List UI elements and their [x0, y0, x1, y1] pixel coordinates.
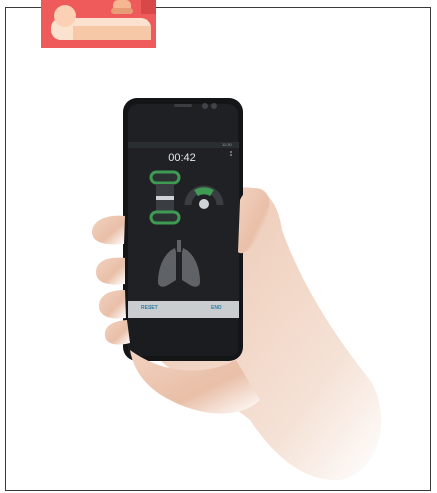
finger-3 — [99, 290, 126, 319]
finger-1 — [92, 215, 125, 245]
timer-display: 00:42 — [168, 152, 196, 164]
finger-2 — [96, 257, 125, 285]
phone-in-hand-photo — [92, 98, 382, 481]
end-button[interactable]: END — [211, 305, 222, 311]
reset-button[interactable]: RESET — [141, 305, 158, 311]
app-screen — [128, 142, 239, 312]
finger-4 — [104, 320, 130, 345]
status-clock: 11:30 — [222, 142, 232, 147]
overflow-menu-icon[interactable] — [230, 151, 232, 153]
